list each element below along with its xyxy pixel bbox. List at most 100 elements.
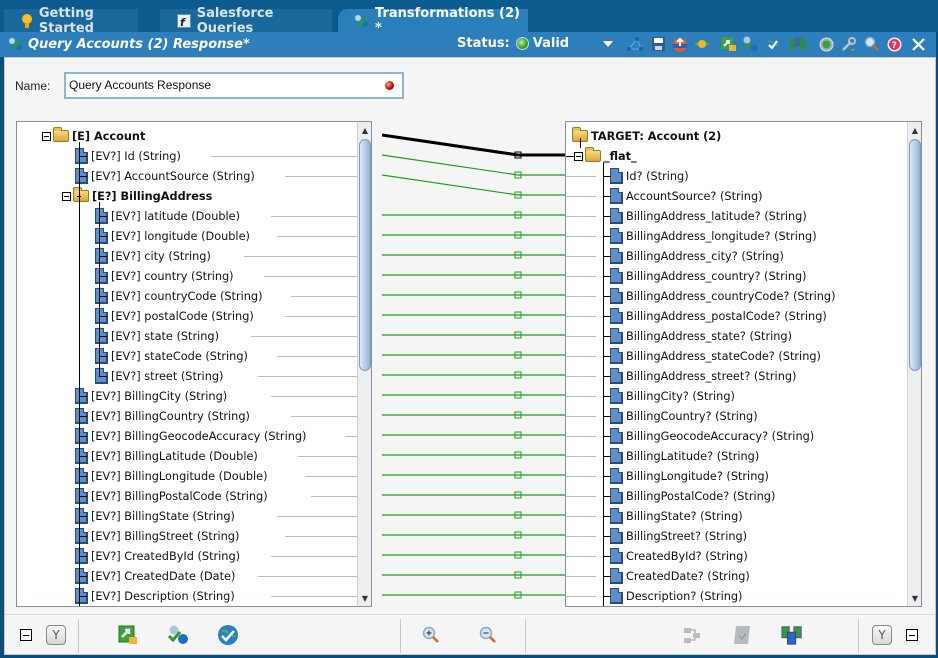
tree-field-node[interactable]: Description? (String) [610,586,742,606]
collapse-all-button[interactable] [15,624,37,646]
tree-field-node[interactable]: [EV?] Description (String) [75,586,235,606]
tree-field-node[interactable]: [EV?] longitude (Double) [95,226,250,246]
tree-field-node[interactable]: BillingPostalCode? (String) [610,486,775,506]
close-icon[interactable] [910,36,926,52]
mapping-leader-line [566,176,596,177]
help-icon[interactable]: ? [886,36,902,52]
tree-group-node[interactable]: _flat_ [574,146,637,166]
tree-field-node[interactable]: [EV?] Id (String) [75,146,181,166]
tree-field-node[interactable]: [EV?] street (String) [95,366,223,386]
globe-check-icon[interactable] [765,36,781,52]
tree-field-node[interactable]: BillingLongitude? (String) [610,466,769,486]
source-filter-button[interactable]: Y [45,624,67,646]
tab-getting-started[interactable]: Getting Started [4,6,138,36]
scroll-down-icon[interactable]: ▼ [908,591,921,605]
tree-field-node[interactable]: BillingAddress_latitude? (String) [610,206,807,226]
tree-field-node[interactable]: [EV?] stateCode (String) [95,346,248,366]
tree-field-node[interactable]: [EV?] latitude (Double) [95,206,240,226]
tree-field-node[interactable]: [EV?] BillingLongitude (Double) [75,466,268,486]
tree-group-node[interactable]: [E] Account [42,126,145,146]
collapse-all-button[interactable] [901,624,923,646]
name-input[interactable]: Query Accounts Response [64,72,404,99]
tree-field-node[interactable]: [EV?] BillingCountry (String) [75,406,250,426]
collapse-toggle-icon[interactable] [62,191,71,201]
tree-field-node[interactable]: [EV?] BillingGeocodeAccuracy (String) [75,426,306,446]
tree-field-node[interactable]: [EV?] city (String) [95,246,211,266]
tree-field-node[interactable]: BillingAddress_postalCode? (String) [610,306,827,326]
auto-map-button[interactable] [681,624,703,646]
tree-field-node[interactable]: [EV?] country (String) [95,266,234,286]
save-icon[interactable] [650,36,666,52]
globe-validate-button[interactable] [217,624,239,646]
tree-field-node[interactable]: [EV?] BillingState (String) [75,506,235,526]
tree-field-node[interactable]: [EV?] BillingPostalCode (String) [75,486,268,506]
tree-field-node[interactable]: BillingCountry? (String) [610,406,758,426]
scroll-down-icon[interactable]: ▼ [358,591,371,605]
scrollbar-thumb[interactable] [359,139,371,371]
field-icon [610,288,623,304]
scroll-up-icon[interactable]: ▲ [908,123,921,137]
tree-field-node[interactable]: [EV?] AccountSource (String) [75,166,255,186]
tree-field-node[interactable]: BillingStreet? (String) [610,526,747,546]
schema-icon[interactable] [790,36,806,52]
root-mapping-line[interactable] [381,133,519,157]
schema-tables-button[interactable] [781,624,803,646]
tab-salesforce-queries[interactable]: f Salesforce Queries [160,6,332,36]
validate-mapping-icon[interactable] [742,36,758,52]
script-button[interactable] [731,624,753,646]
target-filter-button[interactable]: Y [871,624,893,646]
tree-field-node[interactable]: BillingLatitude? (String) [610,446,759,466]
tree-field-node[interactable]: BillingCity? (String) [610,386,735,406]
tree-field-node[interactable]: [EV?] BillingLatitude (Double) [75,446,258,466]
wrench-icon[interactable] [841,36,857,52]
tree-field-node[interactable]: AccountSource? (String) [610,186,763,206]
tree-field-node[interactable]: [EV?] postalCode (String) [95,306,254,326]
tree-field-node[interactable]: [EV?] CreatedById (String) [75,546,240,566]
search-icon[interactable] [864,36,880,52]
tree-field-node[interactable]: [EV?] BillingStreet (String) [75,526,239,546]
vertical-scrollbar[interactable]: ▲ ▼ [907,122,921,606]
tab-transformations[interactable]: Transformations (2) * [338,6,528,36]
tree-field-node[interactable]: BillingAddress_state? (String) [610,326,792,346]
tree-field-node[interactable]: CreatedDate? (String) [610,566,750,586]
tree-field-node[interactable]: [EV?] countryCode (String) [95,286,263,306]
dropdown-icon[interactable] [600,36,616,52]
field-mapping-line[interactable] [381,174,519,196]
collapse-toggle-icon[interactable] [42,131,51,141]
graph-icon[interactable] [627,36,643,52]
upload-icon[interactable] [672,36,688,52]
tree-field-node[interactable]: Id? (String) [610,166,689,186]
tree-field-node[interactable]: BillingAddress_street? (String) [610,366,796,386]
tree-field-node[interactable]: [EV?] CreatedDate (Date) [75,566,235,586]
zoom-in-button[interactable] [420,624,442,646]
tree-field-node[interactable]: BillingAddress_longitude? (String) [610,226,817,246]
scroll-up-icon[interactable]: ▲ [358,123,371,137]
tree-group-node[interactable]: [E?] BillingAddress [62,186,212,206]
name-label: Name: [15,79,51,93]
zoom-out-button[interactable] [477,624,499,646]
refresh-icon[interactable] [818,36,834,52]
tree-field-node[interactable]: BillingAddress_stateCode? (String) [610,346,821,366]
tree-field-node[interactable]: [EV?] BillingCity (String) [75,386,227,406]
tree-connector [79,176,87,177]
field-mapping-line[interactable] [381,154,519,176]
tree-node-label: BillingGeocodeAccuracy? (String) [626,429,815,443]
tree-field-node[interactable]: BillingAddress_city? (String) [610,246,784,266]
vertical-scrollbar[interactable]: ▲ ▼ [357,122,371,606]
export-mapping-button[interactable] [117,624,139,646]
tree-field-node[interactable]: BillingGeocodeAccuracy? (String) [610,426,814,446]
script-icon: f [176,13,192,29]
tree-field-node[interactable]: CreatedById? (String) [610,546,748,566]
scrollbar-thumb[interactable] [909,139,921,371]
transformation-icon [8,37,24,53]
tree-field-node[interactable]: BillingAddress_country? (String) [610,266,807,286]
tree-field-node[interactable]: [EV?] state (String) [95,326,219,346]
collapse-toggle-icon[interactable] [574,151,583,161]
tree-field-node[interactable]: BillingState? (String) [610,506,743,526]
tree-field-node[interactable]: BillingAddress_countryCode? (String) [610,286,836,306]
tree-group-node[interactable]: TARGET: Account (2) [572,126,721,146]
planet-icon[interactable] [694,36,710,52]
tree-connector [603,496,611,497]
export-icon[interactable] [720,36,736,52]
validate-button[interactable] [167,624,189,646]
